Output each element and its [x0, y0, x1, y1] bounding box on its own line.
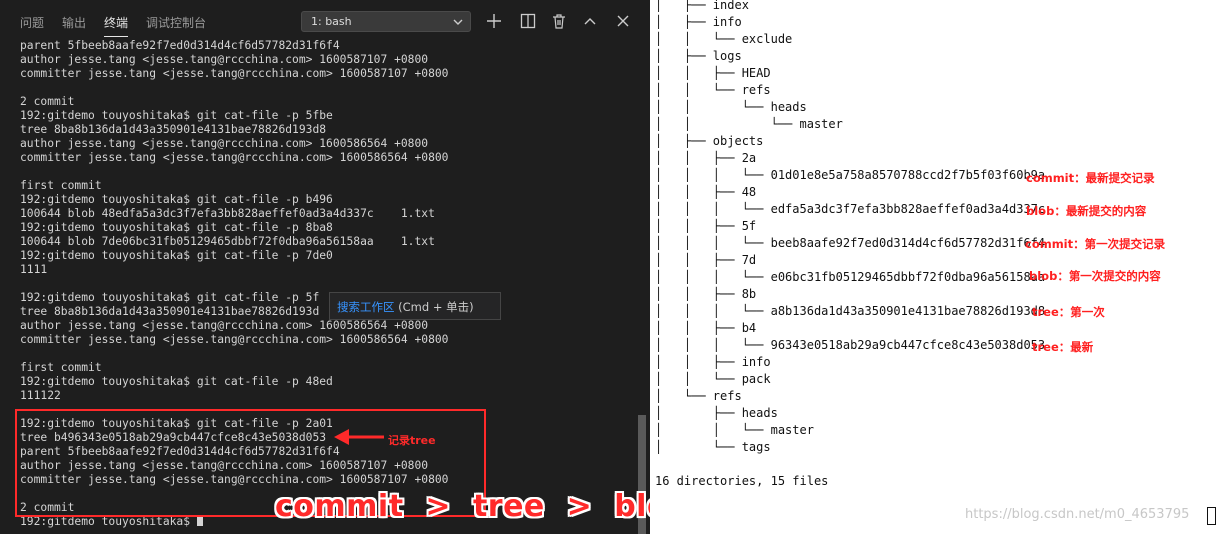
terminal-line: 1111: [20, 263, 48, 276]
tree-summary: 16 directories, 15 files: [655, 474, 829, 488]
tree-line: │ │ ├── 8b: [655, 287, 757, 301]
terminal-line: first commit: [20, 179, 102, 192]
terminal-line: committer jesse.tang <jesse.tang@rccchin…: [20, 67, 449, 80]
tree-line: │ │ └── heads: [655, 100, 807, 114]
close-icon[interactable]: [614, 12, 632, 30]
link-hover-tooltip: 搜索工作区 (Cmd + 单击): [329, 292, 501, 320]
tree-line: │ │ ├── 5f: [655, 219, 757, 233]
terminal-line: committer jesse.tang <jesse.tang@rccchin…: [20, 151, 449, 164]
tree-line: │ │ └── master: [655, 117, 843, 131]
tooltip-link[interactable]: 搜索工作区: [337, 300, 395, 314]
tree-line: │ ├── heads: [655, 406, 778, 420]
tree-line: │ │ │ └── edfa5a3dc3f7efa3bb828aeffef0ad…: [655, 202, 1046, 216]
terminal-line-hovered: author jesse.tang <jesse.tang@rccchina.c…: [20, 319, 429, 332]
tree-line: │ │ │ └── e06bc31fb05129465dbbf72f0dba96…: [655, 270, 1046, 284]
terminal-line: 192:gitdemo touyoshitaka$ git cat-file -…: [20, 221, 333, 234]
tab-debug-console[interactable]: 调试控制台: [146, 14, 206, 31]
tree-line: │ │ └── refs: [655, 83, 771, 97]
terminal-line: parent 5fbeeb8aafe92f7ed0d314d4cf6d57782…: [20, 39, 340, 52]
commit-tree-blob-caption: commit > tree > blob: [275, 489, 691, 524]
tree-line: │ │ └── master: [655, 423, 814, 437]
object-note-blob-latest: blob：最新提交的内容: [1026, 204, 1147, 218]
chevron-down-icon: [453, 19, 463, 25]
tab-terminal[interactable]: 终端: [104, 14, 129, 37]
tooltip-hint: (Cmd + 单击): [394, 300, 474, 314]
vscode-terminal-panel: 问题 输出 终端 调试控制台 1: bash parent 5fbeeb8aaf…: [0, 0, 650, 534]
terminal-line: 192:gitdemo touyoshitaka$ git cat-file -…: [20, 375, 333, 388]
directory-tree: │ ├── index │ ├── info │ │ └── exclude │…: [655, 0, 1045, 490]
terminal-line: author jesse.tang <jesse.tang@rccchina.c…: [20, 53, 429, 66]
tree-line: │ │ │ └── beeb8aafe92f7ed0d314d4cf6d5778…: [655, 236, 1046, 250]
object-note-tree-latest: tree：最新: [1032, 340, 1094, 354]
object-note-tree-first: tree：第一次: [1032, 305, 1105, 319]
terminal-line: 192:gitdemo touyoshitaka$ git cat-file -…: [20, 109, 333, 122]
object-note-commit-first: commit：第一次提交记录: [1025, 237, 1166, 251]
tree-line: │ ├── objects: [655, 134, 764, 148]
tree-line: │ │ ├── 48: [655, 185, 757, 199]
tab-output[interactable]: 输出: [62, 14, 86, 31]
tree-line: │ │ ├── 2a: [655, 151, 757, 165]
tree-line: │ ├── index: [655, 0, 749, 12]
terminal-line: 192:gitdemo touyoshitaka$ git cat-file -…: [20, 193, 333, 206]
panel-tab-bar: 问题 输出 终端 调试控制台 1: bash: [0, 0, 650, 42]
tree-line: │ ├── info: [655, 15, 742, 29]
tree-line: [655, 456, 1045, 473]
terminal-line: 100644 blob 48edfa5a3dc3f7efa3bb828aeffe…: [20, 207, 435, 220]
record-tree-annotation: 记录tree: [388, 434, 436, 447]
tree-line: │ └── tags: [655, 440, 771, 454]
arrow-left-icon: [334, 429, 384, 445]
terminal-selector-value: 1: bash: [311, 15, 352, 28]
tree-line: │ │ ├── 7d: [655, 253, 757, 267]
chevron-up-icon[interactable]: [581, 12, 599, 30]
tree-line: │ ├── logs: [655, 49, 742, 63]
tree-line: │ │ └── pack: [655, 372, 771, 386]
tree-line: │ │ └── exclude: [655, 32, 793, 46]
terminal-line: author jesse.tang <jesse.tang@rccchina.c…: [20, 137, 429, 150]
terminal-line: tree 8ba8b136da1d43a350901e4131bae78826d…: [20, 123, 327, 136]
object-note-blob-first: blob：第一次提交的内容: [1029, 269, 1161, 283]
tooltip-text: 搜索工作区 (Cmd + 单击): [337, 299, 474, 315]
tab-problems[interactable]: 问题: [20, 14, 44, 31]
tree-line: │ │ ├── b4: [655, 321, 757, 335]
terminal-line: 100644 blob 7de06bc31fb05129465dbbf72f0d…: [20, 235, 435, 248]
trash-icon[interactable]: [550, 12, 568, 30]
terminal-line: first commit: [20, 361, 102, 374]
tree-line: │ │ ├── info: [655, 355, 771, 369]
object-note-commit-latest: commit：最新提交记录: [1026, 171, 1155, 185]
terminal-line: 111122: [20, 389, 61, 402]
tree-output-panel: │ ├── index │ ├── info │ │ └── exclude │…: [650, 0, 1222, 534]
split-terminal-icon[interactable]: [519, 12, 537, 30]
tree-line: │ │ ├── HEAD: [655, 66, 771, 80]
tree-line: │ │ │ └── a8b136da1d43a350901e4131bae788…: [655, 304, 1046, 318]
plus-icon[interactable]: [485, 12, 503, 30]
tree-line: │ └── refs: [655, 389, 742, 403]
terminal-line: 2 commit: [20, 95, 75, 108]
watermark: https://blog.csdn.net/m0_4653795: [965, 507, 1190, 522]
terminal-selector[interactable]: 1: bash: [301, 11, 471, 32]
terminal-line: 192:gitdemo touyoshitaka$ git cat-file -…: [20, 249, 333, 262]
terminal-line: committer jesse.tang <jesse.tang@rccchin…: [20, 333, 449, 346]
tree-line: │ │ │ └── 01d01e8e5a758a8570788ccd2f7b5f…: [655, 168, 1046, 182]
terminal-cursor-block: [1207, 507, 1216, 525]
tree-line: │ │ │ └── 96343e0518ab29a9cb447cfce8c43e…: [655, 338, 1046, 352]
